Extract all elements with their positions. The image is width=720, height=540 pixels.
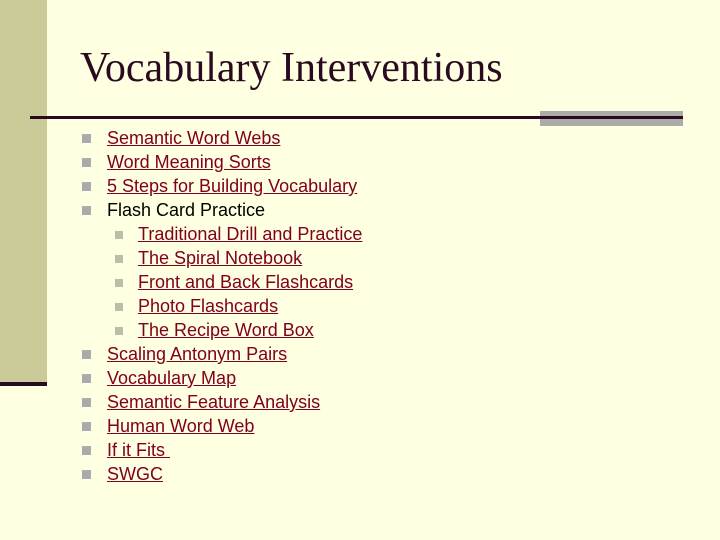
square-bullet-icon [82, 158, 91, 167]
sidebar-rule [0, 382, 47, 386]
square-bullet-icon [82, 422, 91, 431]
link-recipe-word-box[interactable]: The Recipe Word Box [138, 318, 314, 342]
link-semantic-word-webs[interactable]: Semantic Word Webs [107, 126, 280, 150]
link-spiral-notebook[interactable]: The Spiral Notebook [138, 246, 302, 270]
link-vocabulary-map[interactable]: Vocabulary Map [107, 366, 236, 390]
square-bullet-icon [82, 206, 91, 215]
link-semantic-feature-analysis[interactable]: Semantic Feature Analysis [107, 390, 320, 414]
link-traditional-drill[interactable]: Traditional Drill and Practice [138, 222, 362, 246]
link-human-word-web[interactable]: Human Word Web [107, 414, 254, 438]
sidebar-decoration [0, 0, 47, 382]
link-swgc[interactable]: SWGC [107, 462, 163, 486]
square-bullet-icon [115, 327, 123, 335]
square-bullet-icon [115, 231, 123, 239]
link-5-steps[interactable]: 5 Steps for Building Vocabulary [107, 174, 357, 198]
link-word-meaning-sorts[interactable]: Word Meaning Sorts [107, 150, 271, 174]
square-bullet-icon [115, 279, 123, 287]
flash-card-practice-label: Flash Card Practice [107, 200, 266, 220]
slide-title: Vocabulary Interventions [80, 45, 503, 91]
square-bullet-icon [82, 350, 91, 359]
square-bullet-icon [82, 374, 91, 383]
square-bullet-icon [82, 398, 91, 407]
square-bullet-icon [82, 134, 91, 143]
link-front-back-flashcards[interactable]: Front and Back Flashcards [138, 270, 353, 294]
link-photo-flashcards[interactable]: Photo Flashcards [138, 294, 278, 318]
square-bullet-icon [82, 446, 91, 455]
title-rule [30, 116, 683, 119]
link-scaling-antonym-pairs[interactable]: Scaling Antonym Pairs [107, 342, 287, 366]
square-bullet-icon [82, 470, 91, 479]
link-if-it-fits[interactable]: If it Fits [107, 438, 170, 462]
square-bullet-icon [82, 182, 91, 191]
square-bullet-icon [115, 255, 123, 263]
square-bullet-icon [115, 303, 123, 311]
